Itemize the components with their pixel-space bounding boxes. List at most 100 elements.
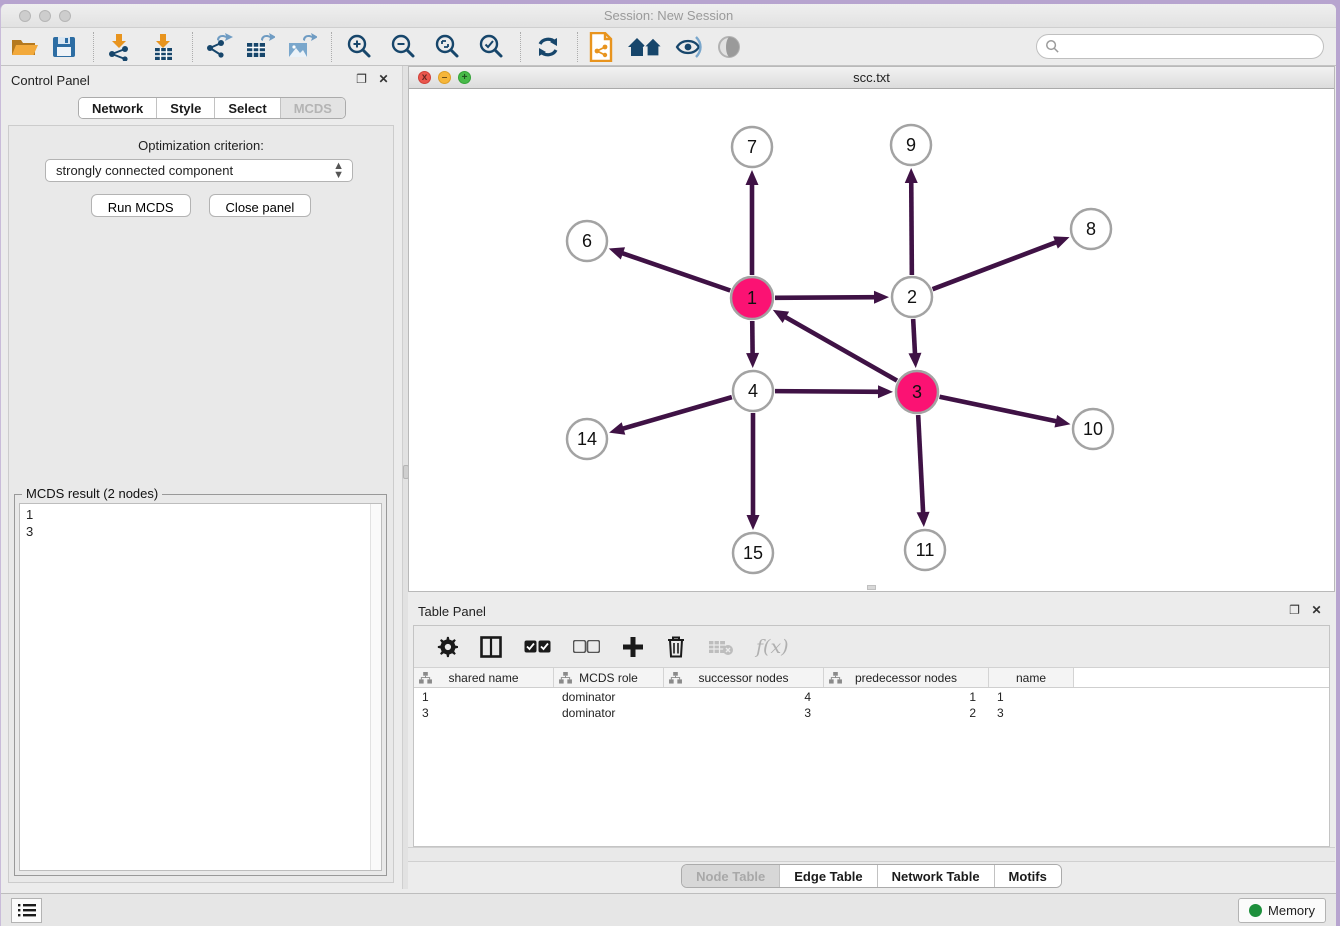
cell-successor-nodes: 3 xyxy=(664,705,824,721)
close-panel-icon[interactable]: ✕ xyxy=(377,73,390,86)
refresh-icon xyxy=(535,34,561,60)
import-network-button[interactable] xyxy=(104,32,134,62)
columns-icon xyxy=(480,636,502,658)
zoom-in-button[interactable] xyxy=(344,32,374,62)
table-row[interactable]: 1 dominator 4 1 1 xyxy=(414,689,1329,705)
close-table-panel-icon[interactable]: ✕ xyxy=(1310,604,1323,617)
table-row[interactable]: 3 dominator 3 2 3 xyxy=(414,705,1329,721)
open-session-file-button[interactable] xyxy=(586,32,616,62)
zoom-in-icon xyxy=(346,34,372,60)
column-header-mcds-role[interactable]: MCDS role xyxy=(554,668,664,687)
float-panel-icon[interactable]: ❐ xyxy=(355,73,368,86)
svg-text:10: 10 xyxy=(1083,419,1103,439)
column-header-successor-nodes[interactable]: successor nodes xyxy=(664,668,824,687)
network-canvas[interactable]: 1234678910111415 xyxy=(409,89,1334,591)
gear-icon xyxy=(436,636,458,658)
memory-label: Memory xyxy=(1268,903,1315,918)
criterion-select[interactable]: strongly connected component ▲▼ xyxy=(45,159,353,182)
delete-table-button-disabled xyxy=(708,634,734,660)
tab-edge-table[interactable]: Edge Table xyxy=(779,865,876,887)
tab-style[interactable]: Style xyxy=(156,98,214,118)
delete-column-button[interactable] xyxy=(666,634,686,660)
checked-boxes-icon xyxy=(524,640,551,653)
network-view-window: x – + scc.txt 1234678910111415 xyxy=(408,66,1335,592)
column-type-icon xyxy=(419,672,432,684)
zoom-selected-button[interactable] xyxy=(476,32,506,62)
task-history-button[interactable] xyxy=(11,898,42,923)
export-table-button[interactable] xyxy=(245,32,275,62)
column-label: predecessor nodes xyxy=(855,671,957,685)
home-button[interactable] xyxy=(626,32,666,62)
column-label: name xyxy=(1016,671,1046,685)
optimization-criterion-label: Optimization criterion: xyxy=(9,138,393,153)
import-table-button[interactable] xyxy=(148,32,178,62)
delete-table-icon xyxy=(708,638,734,656)
tab-network-table[interactable]: Network Table xyxy=(877,865,994,887)
control-panel-tabs: Network Style Select MCDS xyxy=(78,97,346,119)
refresh-button[interactable] xyxy=(533,32,563,62)
tab-select[interactable]: Select xyxy=(214,98,279,118)
tab-motifs[interactable]: Motifs xyxy=(994,865,1061,887)
add-column-button[interactable] xyxy=(622,634,644,660)
run-mcds-button[interactable]: Run MCDS xyxy=(91,194,191,217)
result-scrollbar[interactable] xyxy=(370,504,381,870)
svg-text:4: 4 xyxy=(748,381,758,401)
column-label: shared name xyxy=(448,671,518,685)
column-label: successor nodes xyxy=(698,671,788,685)
table-panel: Table Panel ❐ ✕ xyxy=(408,597,1335,889)
save-session-button[interactable] xyxy=(49,32,79,62)
network-graph[interactable]: 1234678910111415 xyxy=(409,89,1334,591)
select-all-rows-button[interactable] xyxy=(524,634,551,660)
toggle-column-view-button[interactable] xyxy=(480,634,502,660)
search-field[interactable] xyxy=(1036,34,1324,59)
unchecked-boxes-icon xyxy=(573,640,600,653)
table-settings-button[interactable] xyxy=(436,634,458,660)
deselect-all-rows-button[interactable] xyxy=(573,634,600,660)
trash-icon xyxy=(666,635,686,658)
function-builder-button-disabled: f(x) xyxy=(756,634,789,660)
result-line: 1 xyxy=(26,506,381,523)
tab-network[interactable]: Network xyxy=(79,98,156,118)
home-icon xyxy=(627,35,665,59)
close-panel-button[interactable]: Close panel xyxy=(209,194,312,217)
open-folder-icon xyxy=(10,35,38,59)
column-label: MCDS role xyxy=(579,671,638,685)
status-bar: Memory xyxy=(1,893,1336,926)
memory-button[interactable]: Memory xyxy=(1238,898,1326,923)
open-file-button[interactable] xyxy=(9,32,39,62)
column-header-name[interactable]: name xyxy=(989,668,1074,687)
search-icon xyxy=(1045,39,1060,54)
table-tab-strip xyxy=(408,847,1335,862)
column-header-shared-name[interactable]: shared name xyxy=(414,668,554,687)
window-title: Session: New Session xyxy=(1,8,1336,23)
memory-status-icon xyxy=(1249,904,1262,917)
export-network-button[interactable] xyxy=(203,32,233,62)
svg-text:7: 7 xyxy=(747,137,757,157)
cell-successor-nodes: 4 xyxy=(664,689,824,705)
cell-name: 1 xyxy=(989,689,1074,705)
svg-text:14: 14 xyxy=(577,429,597,449)
zoom-selected-icon xyxy=(478,34,504,60)
cell-shared-name: 1 xyxy=(414,689,554,705)
svg-text:6: 6 xyxy=(582,231,592,251)
column-header-predecessor-nodes[interactable]: predecessor nodes xyxy=(824,668,989,687)
mcds-result-textarea[interactable]: 1 3 xyxy=(19,503,382,871)
svg-text:2: 2 xyxy=(907,287,917,307)
criterion-value: strongly connected component xyxy=(56,163,233,178)
svg-text:1: 1 xyxy=(747,288,757,308)
zoom-fit-button[interactable] xyxy=(432,32,462,62)
canvas-resize-handle-icon[interactable] xyxy=(867,585,876,590)
cell-mcds-role: dominator xyxy=(554,689,664,705)
table-tabs: Node Table Edge Table Network Table Moti… xyxy=(681,864,1062,888)
tab-mcds[interactable]: MCDS xyxy=(280,98,345,118)
node-table-region: f(x) shared name MCDS role successor nod… xyxy=(413,625,1330,847)
hide-show-button[interactable] xyxy=(674,32,704,62)
tab-node-table[interactable]: Node Table xyxy=(682,865,779,887)
cell-mcds-role: dominator xyxy=(554,705,664,721)
float-table-panel-icon[interactable]: ❐ xyxy=(1288,604,1301,617)
export-image-button[interactable] xyxy=(287,32,317,62)
export-table-icon xyxy=(245,33,275,61)
search-input[interactable] xyxy=(1060,39,1323,54)
zoom-out-button[interactable] xyxy=(388,32,418,62)
import-table-icon xyxy=(150,33,176,61)
